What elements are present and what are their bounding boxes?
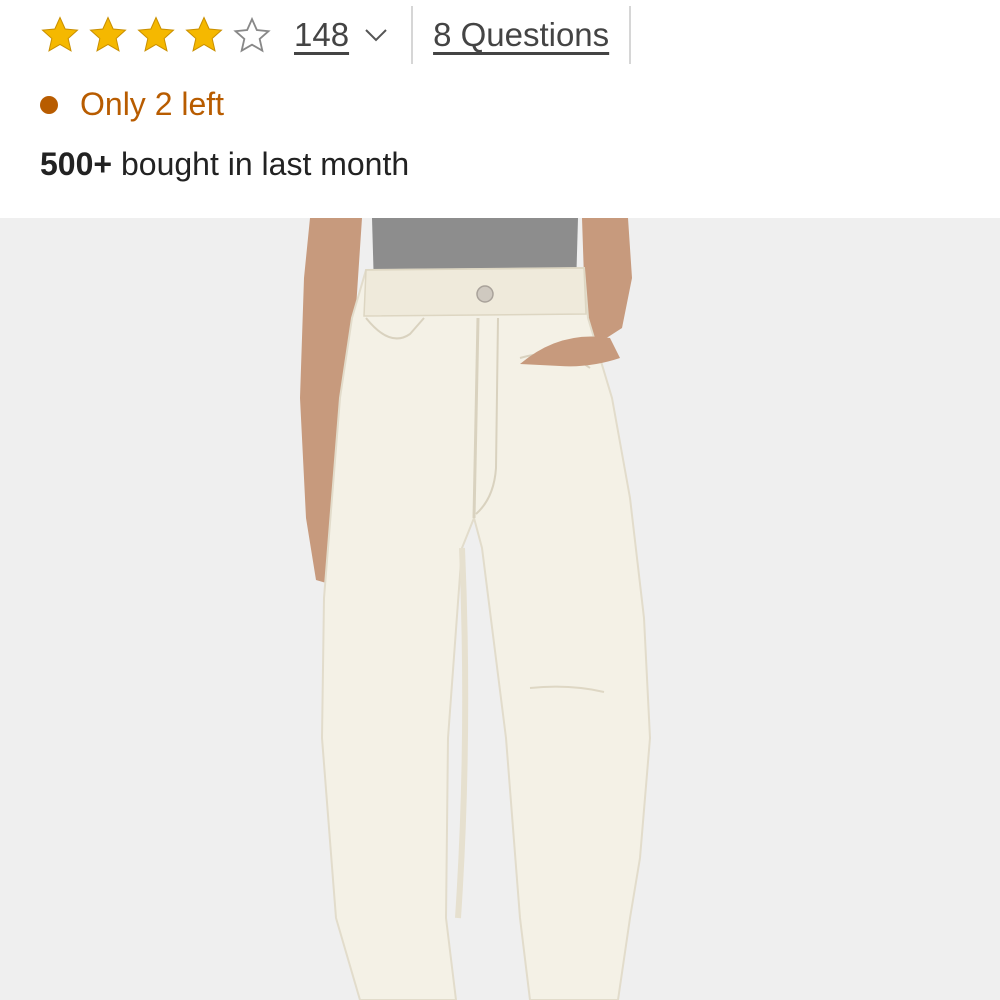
star-filled-icon (89, 16, 127, 52)
questions-link[interactable]: 8 Questions (433, 16, 609, 54)
jeans (320, 266, 652, 1000)
rating-row: 148 8 Questions (40, 6, 651, 64)
button (476, 285, 494, 303)
chevron-down-icon[interactable] (361, 20, 391, 50)
star-empty-icon (233, 16, 271, 53)
purchase-count: 500+ bought in last month (40, 146, 409, 183)
stock-label: Only 2 left (80, 86, 225, 122)
stock-dot-icon (40, 95, 58, 114)
product-image[interactable] (0, 218, 1000, 1000)
purchase-count-number: 500+ (40, 146, 113, 182)
waistband (363, 267, 587, 317)
divider (411, 6, 414, 64)
product-info-header: 148 8 Questions Only 2 left 500+ bought … (0, 0, 1000, 218)
purchase-count-text: bought in last month (112, 146, 410, 182)
star-filled-icon (185, 16, 223, 52)
product-photo (300, 218, 652, 1000)
stock-status: Only 2 left (40, 86, 224, 123)
star-rating[interactable] (40, 15, 272, 55)
leg-shading (455, 547, 469, 919)
divider (629, 6, 632, 64)
star-filled-icon (41, 16, 79, 52)
star-filled-icon (137, 16, 175, 52)
review-count-link[interactable]: 148 (294, 16, 349, 54)
